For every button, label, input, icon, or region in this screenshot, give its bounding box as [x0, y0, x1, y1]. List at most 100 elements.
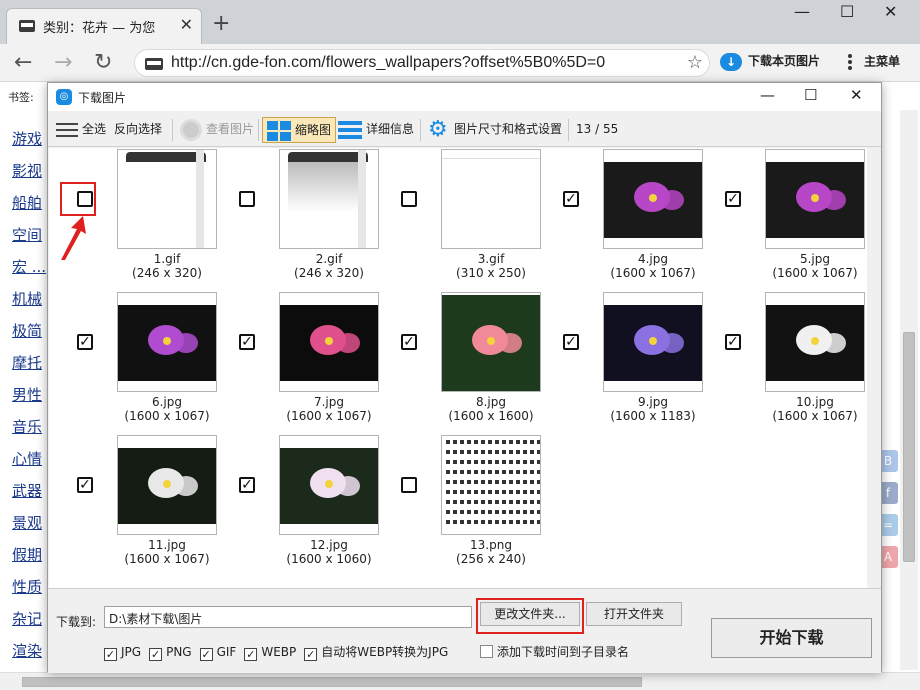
image-select-checkbox[interactable]: ✓ [239, 334, 255, 350]
format-option[interactable]: ✓ PNG [149, 645, 192, 661]
thumbnails-view-button[interactable]: 缩略图 [262, 117, 337, 143]
bookmark-star-icon[interactable]: ☆ [687, 52, 703, 73]
open-folder-button[interactable]: 打开文件夹 [586, 602, 682, 626]
image-thumbnail-item[interactable]: ✓ 4.jpg (1600 x 1067) [563, 149, 713, 287]
view-image-button[interactable]: 查看图片 [176, 117, 258, 143]
forward-icon[interactable]: → [54, 50, 72, 75]
image-thumbnail[interactable] [603, 149, 703, 249]
image-thumbnail-item[interactable]: ✓ 12.jpg (1600 x 1060) [239, 435, 389, 573]
image-thumbnail[interactable] [441, 149, 541, 249]
image-thumbnail-item[interactable]: 1.gif (246 x 320) [77, 149, 227, 287]
page-category-link[interactable]: 宏 ... [12, 256, 48, 288]
new-tab-button[interactable]: + [212, 11, 230, 36]
address-bar[interactable]: http://cn.gde-fon.com/flowers_wallpapers… [134, 49, 710, 77]
page-category-link[interactable]: 心情 [12, 448, 48, 480]
format-option[interactable]: ✓ WEBP [244, 645, 296, 661]
page-category-link[interactable]: 船舶 [12, 192, 48, 224]
image-select-checkbox[interactable]: ✓ [77, 334, 93, 350]
size-format-settings-button[interactable]: ⚙ 图片尺寸和格式设置 [424, 117, 566, 143]
image-select-checkbox[interactable]: ✓ [239, 477, 255, 493]
image-thumbnail[interactable] [603, 292, 703, 392]
image-thumbnail[interactable] [117, 149, 217, 249]
page-vertical-scrollbar[interactable] [900, 110, 918, 670]
format-option-checkbox[interactable]: ✓ [149, 648, 163, 661]
select-all-button[interactable]: 全选 [52, 117, 110, 143]
reload-icon[interactable]: ↻ [94, 50, 112, 75]
format-option-checkbox[interactable]: ✓ [304, 648, 318, 661]
image-thumbnail[interactable] [441, 292, 541, 392]
page-category-link[interactable]: 游戏 [12, 128, 48, 160]
page-category-link[interactable]: 音乐 [12, 416, 48, 448]
image-select-checkbox[interactable]: ✓ [563, 191, 579, 207]
image-select-checkbox[interactable]: ✓ [725, 191, 741, 207]
grid-vertical-scrollbar[interactable] [867, 148, 881, 588]
tab-close-icon[interactable]: ✕ [180, 15, 193, 34]
image-thumbnail[interactable] [279, 292, 379, 392]
format-option[interactable]: ✓ 自动将WEBP转换为JPG [304, 643, 448, 661]
format-option[interactable]: ✓ JPG [104, 645, 141, 661]
format-option[interactable]: ✓ GIF [199, 645, 236, 661]
site-info-icon[interactable] [145, 58, 163, 70]
format-option-checkbox[interactable]: ✓ [244, 648, 258, 661]
window-minimize-button[interactable]: — [794, 2, 810, 21]
download-path-field[interactable]: D:\素材下载\图片 [104, 606, 472, 628]
image-select-checkbox[interactable]: ✓ [563, 334, 579, 350]
add-time-subfolder-option[interactable]: 添加下载时间到子目录名 [480, 643, 629, 660]
image-thumbnail-item[interactable]: ✓ 10.jpg (1600 x 1067) [725, 292, 867, 430]
change-folder-button[interactable]: 更改文件夹... [480, 602, 580, 626]
image-thumbnail-item[interactable]: ✓ 8.jpg (1600 x 1600) [401, 292, 551, 430]
image-thumbnail[interactable] [279, 149, 379, 249]
page-category-link[interactable]: 极简 [12, 320, 48, 352]
main-menu-button[interactable]: 主菜单 [848, 52, 900, 72]
image-select-checkbox[interactable]: ✓ [725, 334, 741, 350]
details-view-button[interactable]: 详细信息 [334, 117, 418, 143]
image-select-checkbox[interactable] [239, 191, 255, 207]
page-category-link[interactable]: 男性 [12, 384, 48, 416]
invert-selection-button[interactable]: 反向选择 [110, 117, 166, 143]
dialog-minimize-button[interactable]: — [760, 86, 775, 104]
image-thumbnail-item[interactable]: 13.png (256 x 240) [401, 435, 551, 573]
page-category-link[interactable]: 性质 [12, 576, 48, 608]
image-thumbnail[interactable] [117, 435, 217, 535]
image-thumbnail-item[interactable]: ✓ 6.jpg (1600 x 1067) [77, 292, 227, 430]
page-category-link[interactable]: 假期 [12, 544, 48, 576]
page-category-link[interactable]: 渲染 [12, 640, 48, 672]
image-thumbnail-item[interactable]: ✓ 7.jpg (1600 x 1067) [239, 292, 389, 430]
start-download-button[interactable]: 开始下载 [711, 618, 872, 658]
dialog-maximize-button[interactable]: ☐ [804, 86, 817, 104]
image-select-checkbox[interactable] [77, 191, 93, 207]
dialog-close-button[interactable]: ✕ [850, 86, 863, 104]
image-thumbnail-item[interactable]: ✓ 11.jpg (1600 x 1067) [77, 435, 227, 573]
format-option-checkbox[interactable]: ✓ [199, 648, 213, 661]
add-time-subfolder-checkbox[interactable] [480, 645, 493, 658]
image-thumbnail-item[interactable]: ✓ 9.jpg (1600 x 1183) [563, 292, 713, 430]
image-thumbnail-item[interactable]: 2.gif (246 x 320) [239, 149, 389, 287]
window-maximize-button[interactable]: ☐ [840, 2, 854, 21]
browser-tab[interactable]: 类别：花卉 — 为您 ✕ [6, 8, 202, 44]
image-thumbnail[interactable] [441, 435, 541, 535]
image-select-checkbox[interactable] [401, 477, 417, 493]
window-close-button[interactable]: ✕ [884, 2, 897, 21]
page-category-link[interactable]: 影视 [12, 160, 48, 192]
download-page-images-button[interactable]: ↓ 下载本页图片 [720, 52, 820, 74]
image-select-checkbox[interactable]: ✓ [77, 477, 93, 493]
image-thumbnail-item[interactable]: ✓ 5.jpg (1600 x 1067) [725, 149, 867, 287]
gear-icon: ⚙ [428, 116, 448, 142]
format-option-checkbox[interactable]: ✓ [104, 648, 117, 661]
image-thumbnail-item[interactable]: 3.gif (310 x 250) [401, 149, 551, 287]
page-category-link[interactable]: 空间 [12, 224, 48, 256]
page-category-link[interactable]: 武器 [12, 480, 48, 512]
page-horizontal-scrollbar[interactable] [0, 672, 920, 690]
image-thumbnail[interactable] [279, 435, 379, 535]
image-thumbnail[interactable] [765, 292, 865, 392]
image-thumbnail[interactable] [117, 292, 217, 392]
page-category-link[interactable]: 机械 [12, 288, 48, 320]
page-category-link[interactable]: 杂记 [12, 608, 48, 640]
address-url[interactable]: http://cn.gde-fon.com/flowers_wallpapers… [171, 54, 605, 72]
page-category-link[interactable]: 景观 [12, 512, 48, 544]
image-thumbnail[interactable] [765, 149, 865, 249]
page-category-link[interactable]: 摩托 [12, 352, 48, 384]
back-icon[interactable]: ← [14, 50, 32, 75]
image-select-checkbox[interactable]: ✓ [401, 334, 417, 350]
image-select-checkbox[interactable] [401, 191, 417, 207]
